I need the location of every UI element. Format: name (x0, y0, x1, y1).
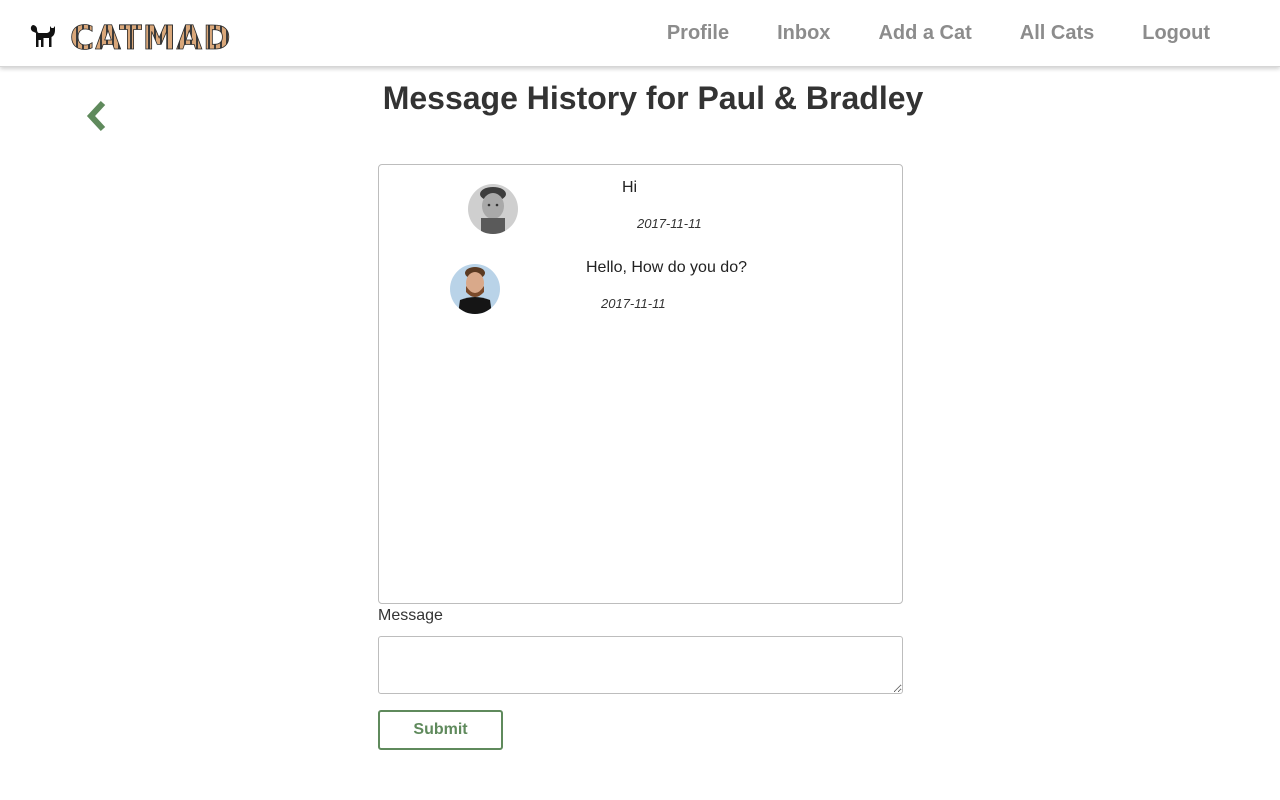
message-text: Hello, How do you do? (586, 259, 747, 276)
nav-inbox-link[interactable]: Inbox (777, 22, 830, 45)
brand-wordmark[interactable]: CATMAD (70, 19, 230, 53)
grayscale-man-avatar (468, 184, 518, 234)
nav-profile-link[interactable]: Profile (667, 22, 729, 45)
message-date: 2017-11-11 (637, 216, 702, 231)
message-item: Hi 2017-11-11 (379, 165, 902, 245)
message-item: Hello, How do you do? 2017-11-11 (379, 245, 902, 325)
message-date: 2017-11-11 (601, 296, 666, 311)
chevron-left-icon[interactable] (84, 100, 112, 132)
nav-all-cats-link[interactable]: All Cats (1020, 22, 1094, 45)
brand-name: CATMAD (70, 19, 230, 53)
page-title: Message History for Paul & Bradley (382, 80, 924, 116)
submit-button[interactable]: Submit (378, 710, 503, 750)
message-history-panel[interactable]: Hi 2017-11-11 Hello, How do you do? 2017… (378, 164, 903, 604)
main-nav: Profile Inbox Add a Cat All Cats Logout (667, 0, 1210, 67)
black-cat-icon[interactable] (29, 21, 57, 49)
nav-add-cat-link[interactable]: Add a Cat (878, 22, 971, 45)
message-input[interactable] (378, 636, 903, 694)
message-text: Hi (622, 179, 638, 196)
nav-logout-link[interactable]: Logout (1142, 22, 1210, 45)
message-label: Message (378, 607, 443, 624)
top-navbar: CATMAD Profile Inbox Add a Cat All Cats … (0, 0, 1280, 67)
bearded-man-avatar (450, 264, 500, 314)
